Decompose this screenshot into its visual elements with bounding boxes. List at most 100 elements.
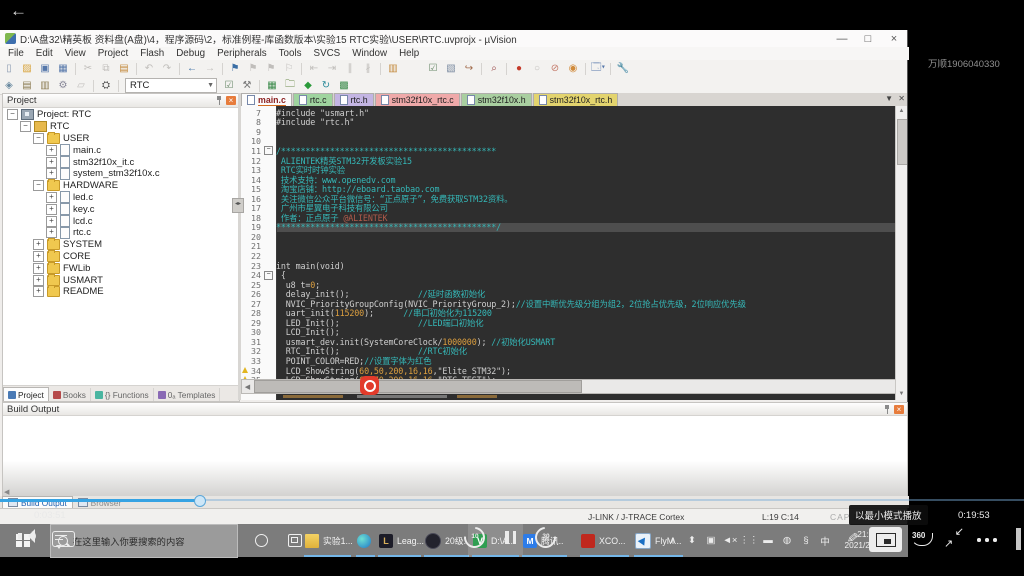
close-button[interactable]: × [881, 30, 907, 47]
pause-button[interactable] [505, 531, 517, 545]
undo-icon[interactable]: ↶ [141, 62, 157, 75]
collapse-icon[interactable]: − [33, 180, 44, 191]
find-in-files-icon[interactable]: ⌕ [486, 62, 502, 75]
open-folder-icon[interactable]: ▨ [19, 62, 35, 75]
close-panel-icon[interactable]: × [894, 405, 904, 414]
scroll-down-icon[interactable]: ▼ [896, 389, 907, 400]
pin-icon[interactable] [882, 405, 891, 414]
expand-icon[interactable]: + [46, 192, 57, 203]
editor-tab-rtc-c[interactable]: rtc.c [293, 93, 333, 106]
taskbar-app-xco-[interactable]: XCO... [576, 524, 633, 557]
expand-icon[interactable]: + [46, 145, 57, 156]
editor-tab-stm32f10x-h[interactable]: stm32f10x.h [461, 93, 532, 106]
tree-item-hardware[interactable]: −HARDWARE [3, 180, 239, 192]
expand-icon[interactable]: + [46, 168, 57, 179]
refresh-components-icon[interactable]: ↻ [318, 79, 334, 92]
tree-item-rtc-c[interactable]: +rtc.c [3, 227, 239, 239]
navigate-back-icon[interactable]: ← [184, 62, 200, 75]
expand-icon[interactable]: + [46, 227, 57, 238]
copy-icon[interactable]: ⧉ [98, 62, 114, 75]
bookmark-toggle-icon[interactable]: ⚑ [227, 62, 243, 75]
breakpoint-disable-icon[interactable]: ○ [529, 62, 545, 75]
tree-item-readme[interactable]: +README [3, 286, 239, 298]
cortana-button[interactable] [246, 524, 276, 557]
maximize-button[interactable]: □ [855, 30, 881, 47]
unindent-icon[interactable]: ⇤ [306, 62, 322, 75]
menu-flash[interactable]: Flash [134, 48, 170, 59]
tab-list-icon[interactable]: ▼ [885, 94, 893, 103]
menu-svcs[interactable]: SVCS [308, 48, 347, 59]
tree-item-core[interactable]: +CORE [3, 251, 239, 263]
mini-player-button[interactable] [869, 527, 902, 552]
manage-books-icon[interactable]: ◆ [300, 79, 316, 92]
tree-item-main-c[interactable]: +main.c [3, 144, 239, 156]
menu-file[interactable]: File [2, 48, 30, 59]
v-scroll-thumb[interactable] [897, 119, 907, 165]
paste-icon[interactable]: ▤ [116, 62, 132, 75]
menu-window[interactable]: Window [346, 48, 393, 59]
menu-peripherals[interactable]: Peripherals [211, 48, 273, 59]
panel-tab--functions[interactable]: {} Functions [91, 388, 154, 401]
save-all-icon[interactable]: ▦ [55, 62, 71, 75]
build-output-content[interactable]: ◀ [3, 416, 907, 497]
minimize-button[interactable]: — [829, 30, 855, 47]
expand-icon[interactable]: + [33, 263, 44, 274]
bookmark-next-icon[interactable]: ⚑ [263, 62, 279, 75]
code-area[interactable]: 7#include "usmart.h"8#include "rtc.h"910… [241, 106, 907, 400]
cut-icon[interactable]: ✂ [80, 62, 96, 75]
video-progress-handle[interactable] [194, 495, 206, 507]
tree-item-system[interactable]: +SYSTEM [3, 239, 239, 251]
expand-icon[interactable]: + [46, 204, 57, 215]
close-file-icon[interactable]: ✕ [898, 94, 905, 103]
splitter-handle[interactable]: ◂▸ [232, 198, 244, 213]
rotate-360-button[interactable]: 360 [911, 529, 935, 549]
collapse-icon[interactable]: − [33, 133, 44, 144]
scroll-left-icon[interactable]: ◀ [242, 383, 253, 391]
editor-tab-main-c[interactable]: main.c [241, 93, 292, 106]
rebuild-icon[interactable]: ▥ [37, 79, 53, 92]
expand-icon[interactable]: + [33, 251, 44, 262]
exit-fullscreen-button[interactable]: ↙ ↗ [944, 528, 964, 548]
pack-installer-icon[interactable]: ▩ [336, 79, 352, 92]
panel-tab-project[interactable]: Project [3, 387, 49, 401]
menu-debug[interactable]: Debug [170, 48, 211, 59]
tree-item-led-c[interactable]: +led.c [3, 192, 239, 204]
battery-icon[interactable]: ▬ [759, 524, 777, 557]
tree-item-key-c[interactable]: +key.c [3, 203, 239, 215]
save-icon[interactable]: ▣ [37, 62, 53, 75]
comment-icon[interactable]: ∥ [342, 62, 358, 75]
tree-item-user[interactable]: −USER [3, 133, 239, 145]
batch-build-icon[interactable]: ⚙ [55, 79, 71, 92]
tree-item-system-stm32f10x-c[interactable]: +system_stm32f10x.c [3, 168, 239, 180]
menu-help[interactable]: Help [393, 48, 425, 59]
menu-edit[interactable]: Edit [30, 48, 59, 59]
target-select[interactable]: RTC ▼ [125, 78, 217, 93]
expand-icon[interactable]: + [33, 275, 44, 286]
panel-tab-books[interactable]: Books [49, 388, 91, 401]
menu-tools[interactable]: Tools [273, 48, 308, 59]
expand-icon[interactable]: + [46, 157, 57, 168]
tree-item-rtc[interactable]: −RTC [3, 121, 239, 133]
bookmark-clear-icon[interactable]: ⚐ [281, 62, 297, 75]
goto-icon[interactable]: ↪ [461, 62, 477, 75]
bookmark-prev-icon[interactable]: ⚑ [245, 62, 261, 75]
scroll-up-icon[interactable]: ▲ [896, 106, 907, 117]
editor-tab-rtc-h[interactable]: rtc.h [334, 93, 374, 106]
volume-button[interactable] [18, 529, 38, 545]
indent-icon[interactable]: ⇥ [324, 62, 340, 75]
configure-wrench-icon[interactable]: 🔧 [615, 62, 631, 75]
expand-icon[interactable]: + [46, 216, 57, 227]
bottom-tab-build-output[interactable]: Build Output [2, 496, 73, 508]
ime-indicator[interactable]: 中 [816, 524, 834, 557]
navigate-forward-icon[interactable]: → [202, 62, 218, 75]
redo-icon[interactable]: ↷ [159, 62, 175, 75]
fold-icon[interactable]: − [264, 271, 273, 280]
network-icon[interactable]: ◍ [778, 524, 796, 557]
manage-runtime-env-icon[interactable]: ▦ [264, 79, 280, 92]
expand-icon[interactable]: + [33, 286, 44, 297]
rewind-10-button[interactable]: 10 [464, 527, 486, 549]
breakpoint-enable-all-icon[interactable]: ◉ [565, 62, 581, 75]
collapse-icon[interactable]: − [7, 109, 18, 120]
find-symbols-icon[interactable]: ▧ [443, 62, 459, 75]
menu-project[interactable]: Project [92, 48, 135, 59]
